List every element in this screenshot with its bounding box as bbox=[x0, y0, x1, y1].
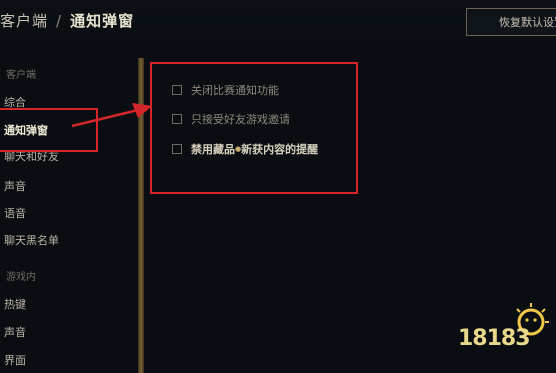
page-title: 通知弹窗 bbox=[70, 12, 135, 30]
sidebar-item-interface[interactable]: 界面 bbox=[4, 352, 26, 368]
sidebar-item-ingame-sound[interactable]: 声音 bbox=[4, 324, 26, 340]
watermark-18183: 18183 bbox=[458, 326, 531, 351]
settings-sidebar: 客户端 综合 通知弹窗 聊天和好友 声音 语音 聊天黑名单 游戏内 热键 声音 … bbox=[0, 50, 138, 373]
breadcrumb-separator: / bbox=[56, 12, 63, 30]
sidebar-item-chat-blocklist[interactable]: 聊天黑名单 bbox=[4, 232, 59, 248]
breadcrumb-parent[interactable]: 客户端 bbox=[0, 12, 48, 30]
sidebar-item-hotkeys[interactable]: 热键 bbox=[4, 296, 26, 312]
sidebar-item-sound[interactable]: 声音 bbox=[4, 178, 26, 194]
sidebar-section-client: 客户端 bbox=[6, 70, 36, 81]
sidebar-section-ingame: 游戏内 bbox=[6, 272, 36, 283]
restore-defaults-button[interactable]: 恢复默认设置 bbox=[466, 8, 556, 36]
highlight-box-options bbox=[150, 62, 358, 194]
breadcrumb: 客户端 / 通知弹窗 bbox=[0, 10, 134, 31]
header-bar: 客户端 / 通知弹窗 恢复默认设置 bbox=[0, 0, 556, 46]
annotation-arrow-icon bbox=[71, 103, 152, 128]
sidebar-item-voice[interactable]: 语音 bbox=[4, 205, 26, 221]
